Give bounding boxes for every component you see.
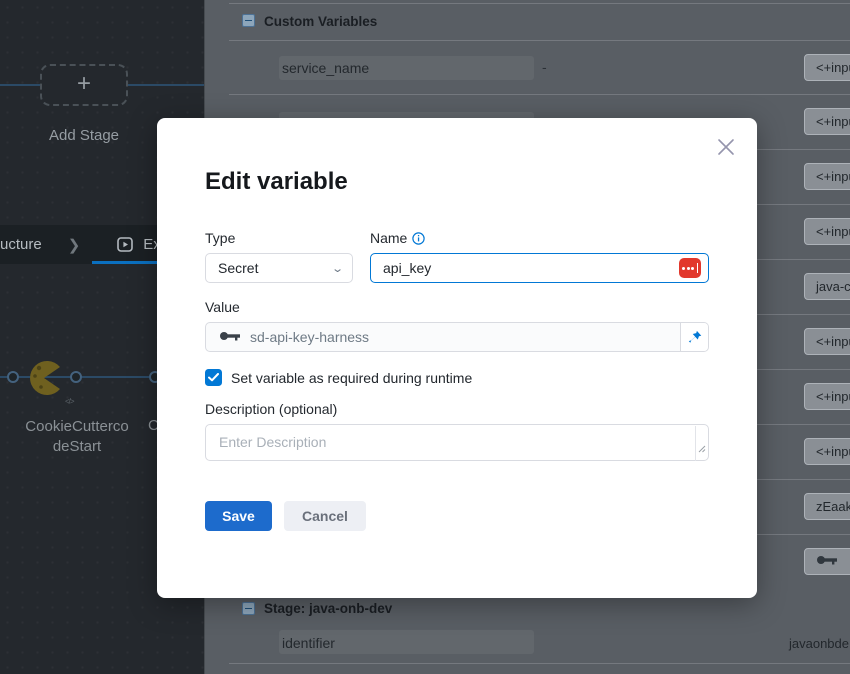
collapse-minus-icon[interactable] [242,14,255,27]
section-title-stage: Stage: java-onb-dev [264,601,392,616]
description-textarea[interactable]: Enter Description [205,424,709,461]
add-stage-label: Add Stage [24,127,144,144]
variable-value-input[interactable]: <+inpu [804,54,850,81]
node-port[interactable] [7,371,19,383]
tab-infrastructure[interactable]: ucture [0,236,42,253]
variable-value-input[interactable]: java-c [804,273,850,300]
cancel-button[interactable]: Cancel [284,501,366,531]
modal-title: Edit variable [205,168,348,196]
key-icon [219,329,241,345]
divider [229,663,850,664]
checkbox-checked[interactable] [205,369,222,386]
required-checkbox-row[interactable]: Set variable as required during runtime [205,369,472,386]
divider [229,40,850,41]
edit-variable-modal: Edit variable Type Name Secret ⌄ api_key… [157,118,757,598]
close-icon[interactable] [717,138,735,156]
required-checkbox-label: Set variable as required during runtime [231,370,472,386]
variable-value-input[interactable]: <+inpu [804,218,850,245]
secret-reference: sd-api-key-harness [250,329,369,345]
node-port[interactable] [70,371,82,383]
name-label: Name [370,230,425,248]
identifier-value: javaonbde [789,636,849,651]
variable-value-input[interactable]: <+inpu [804,383,850,410]
execution-icon [117,237,134,253]
collapse-minus-icon[interactable] [242,602,255,615]
resize-handle-icon[interactable] [698,440,706,458]
chevron-right-icon: ❯ [68,236,81,254]
variable-dash: - [542,59,547,75]
masked-text-icon[interactable] [679,258,701,278]
variable-value-input[interactable]: zEaak [804,493,850,520]
code-icon: </> [65,397,74,406]
description-placeholder: Enter Description [219,434,326,450]
info-icon[interactable] [412,232,425,248]
node-label: CookieCutterco deStart [7,417,147,457]
name-input[interactable]: api_key [370,253,709,283]
divider [229,3,850,4]
pin-button[interactable] [680,323,708,351]
add-stage-button[interactable]: + [40,64,128,106]
section-title-custom-variables: Custom Variables [264,14,377,29]
variable-value-input[interactable]: <+inpu [804,328,850,355]
key-icon [816,554,838,569]
cookiecutter-node-icon[interactable] [26,358,64,403]
plus-icon: + [77,72,91,96]
value-label: Value [205,299,240,315]
variable-value-input[interactable]: <+inpu [804,438,850,465]
identifier-label: identifier [282,635,335,651]
type-label: Type [205,230,235,246]
chevron-down-icon: ⌄ [331,262,344,275]
variable-name: service_name [282,60,369,76]
variable-value-input[interactable]: <+inpu [804,108,850,135]
description-label: Description (optional) [205,401,337,417]
secret-value-field[interactable]: sd-api-key-harness [205,322,709,352]
variable-value-secret-input[interactable] [804,548,850,575]
divider [229,94,850,95]
type-select[interactable]: Secret ⌄ [205,253,353,283]
textarea-scrollbar [695,426,696,461]
pin-icon [688,330,702,344]
variable-value-input[interactable]: <+inpu [804,163,850,190]
save-button[interactable]: Save [205,501,272,531]
